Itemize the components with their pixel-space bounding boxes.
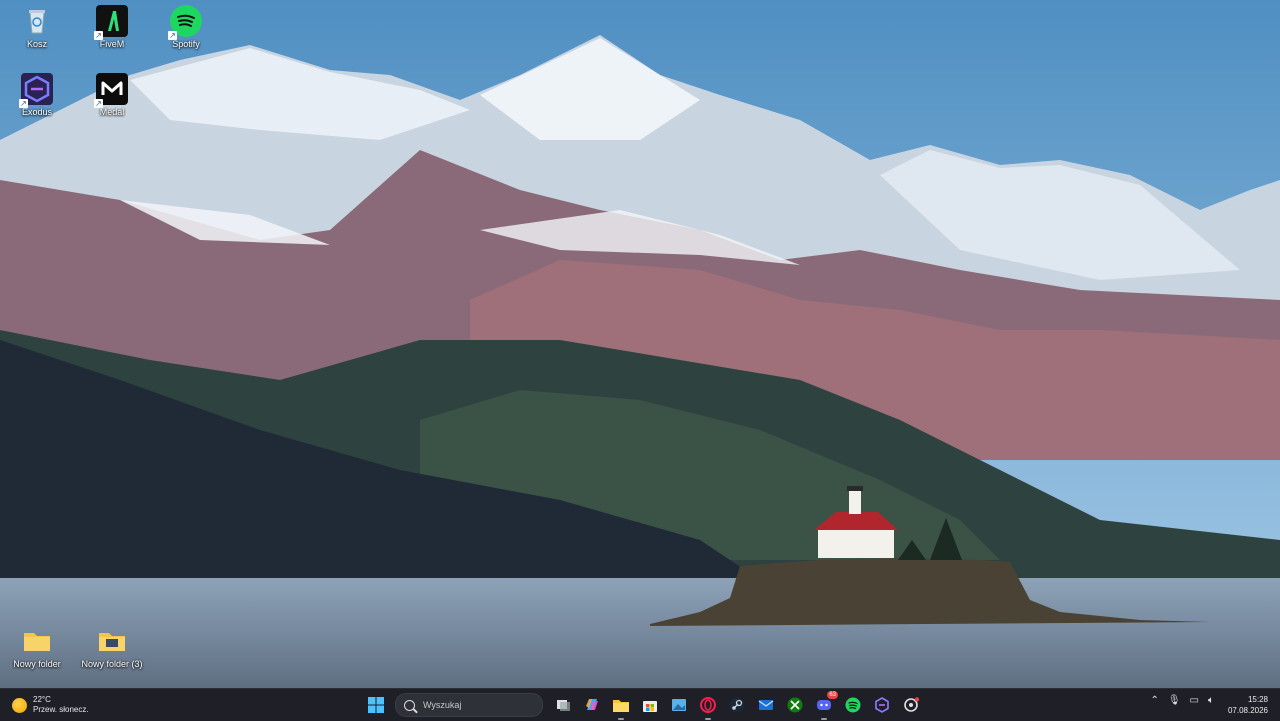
microphone-icon[interactable]: 🎙︎ (1168, 695, 1181, 706)
mail-icon (758, 700, 774, 710)
search-box[interactable] (395, 693, 543, 717)
exodus-icon (875, 697, 889, 713)
weather-description: Przew. słonecz. (33, 705, 89, 714)
shortcut-arrow-icon: ↗ (94, 31, 103, 40)
weather-temperature: 22°C (33, 695, 51, 704)
opera-gx-button[interactable] (696, 693, 720, 720)
task-view-icon (557, 700, 570, 711)
spotify-icon: ↗ (168, 5, 202, 40)
desktop-icon-label: FiveM (99, 39, 125, 49)
system-tray: ⌃ 🎙︎ ▭ 🔈︎ (1141, 695, 1214, 706)
desktop-icon-folder[interactable]: Nowy folder (3, 625, 71, 670)
shortcut-arrow-icon: ↗ (94, 99, 103, 108)
start-icon (368, 697, 384, 713)
desktop-icon-label: Spotify (172, 39, 200, 49)
task-view-button[interactable] (551, 693, 575, 717)
desktop-icon-recycle-bin[interactable]: Kosz (3, 5, 71, 50)
shortcut-arrow-icon: ↗ (168, 31, 177, 40)
speaker-icon[interactable]: 🔈︎ (1208, 695, 1214, 706)
photos-button[interactable] (667, 693, 691, 717)
desktop-wallpaper (0, 0, 1280, 688)
microsoft-store-icon (643, 701, 657, 712)
medal-icon: ↗ (94, 73, 128, 108)
xbox-icon (787, 697, 803, 713)
desktop-icon-medal[interactable]: ↗ Medal (78, 73, 146, 118)
desktop-icon-label: Nowy folder (3) (81, 659, 143, 669)
desktop-icon-folder-3[interactable]: Nowy folder (3) (78, 625, 146, 670)
clock-time: 15:28 (1247, 695, 1268, 704)
steam-button[interactable] (725, 693, 749, 717)
desktop-icon-label: Kosz (26, 39, 47, 49)
search-input[interactable] (421, 699, 535, 711)
photos-icon (672, 699, 686, 711)
exodus-icon: ↗ (19, 73, 53, 108)
exodus-taskbar-button[interactable] (870, 693, 894, 717)
weather-text: 22°C Przew. słonecz. (33, 695, 89, 715)
fivem-icon: ↗ (94, 5, 128, 40)
display-icon[interactable]: ▭ (1190, 695, 1199, 706)
taskbar-center: 63 (364, 691, 928, 720)
file-explorer-button[interactable] (609, 693, 633, 720)
chevron-up-icon[interactable]: ⌃ (1150, 695, 1158, 706)
copilot-icon (586, 699, 598, 710)
spotify-icon (845, 697, 861, 713)
discord-notification-badge: 63 (827, 691, 838, 699)
desktop-icon-label: Exodus (21, 107, 53, 117)
opera-gx-icon (700, 697, 716, 713)
desktop-icon-label: Medal (99, 107, 125, 117)
folder-icon (21, 625, 53, 657)
desktop-icon-label: Nowy folder (13, 659, 61, 669)
file-explorer-icon (613, 700, 629, 712)
weather-widget[interactable]: 22°C Przew. słonecz. (12, 693, 89, 717)
spotify-taskbar-button[interactable] (841, 693, 865, 717)
desktop-icon-exodus[interactable]: ↗ Exodus (3, 73, 71, 118)
discord-button[interactable]: 63 (812, 691, 838, 720)
microsoft-store-button[interactable] (638, 693, 662, 717)
taskbar: 22°C Przew. słonecz. Wyszukaj 63 ⌃ 🎙︎ ▭ … (0, 688, 1280, 721)
chatgpt-icon (904, 697, 920, 712)
clock-date: 07.08.2026 (1227, 706, 1268, 715)
search-icon (404, 699, 415, 711)
shortcut-arrow-icon: ↗ (19, 99, 28, 108)
xbox-button[interactable] (783, 693, 807, 717)
desktop-icon-spotify[interactable]: ↗ Spotify (152, 5, 220, 50)
sun-icon (12, 697, 27, 713)
folder-icon (96, 625, 128, 657)
recycle-bin-icon (21, 5, 53, 37)
chatgpt-button[interactable] (899, 693, 923, 717)
copilot-button[interactable] (580, 693, 604, 717)
desktop-icon-fivem[interactable]: ↗ FiveM (78, 5, 146, 50)
steam-icon (729, 697, 745, 713)
mail-button[interactable] (754, 693, 778, 717)
start-button[interactable] (364, 693, 388, 717)
clock[interactable]: 15:28 07.08.2026 (1228, 694, 1268, 716)
